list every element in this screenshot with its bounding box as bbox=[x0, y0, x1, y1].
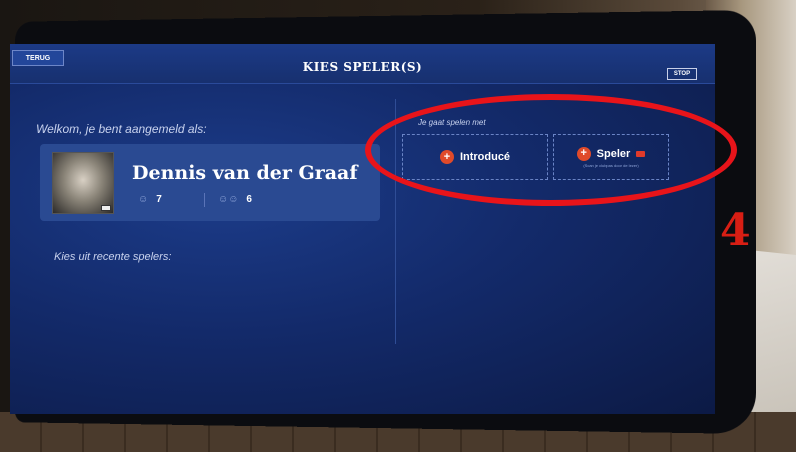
stat-group-value: 6 bbox=[246, 194, 252, 205]
stat-single: ☺ 7 bbox=[138, 194, 162, 205]
stat-single-value: 7 bbox=[156, 194, 162, 205]
stop-button[interactable]: STOP bbox=[667, 68, 697, 80]
group-icon: ☺☺ bbox=[218, 194, 239, 205]
annotation-marker: 4 bbox=[720, 205, 751, 256]
player-card: Dennis van der Graaf ☺ 7 ☺☺ 6 bbox=[40, 144, 380, 221]
annotation-ellipse bbox=[365, 94, 737, 206]
avatar-badge-icon bbox=[101, 205, 111, 211]
person-icon: ☺ bbox=[138, 194, 149, 205]
stat-divider bbox=[204, 193, 205, 207]
stat-group: ☺☺ 6 bbox=[218, 194, 252, 205]
page-title: KIES SPELER(S) bbox=[302, 60, 423, 74]
player-name: Dennis van der Graaf bbox=[132, 162, 358, 184]
avatar bbox=[52, 152, 114, 214]
top-bar: TERUG KIES SPELER(S) STOP bbox=[10, 44, 715, 84]
recent-players-label: Kies uit recente spelers: bbox=[54, 251, 172, 263]
welcome-text: Welkom, je bent aangemeld als: bbox=[36, 122, 207, 136]
